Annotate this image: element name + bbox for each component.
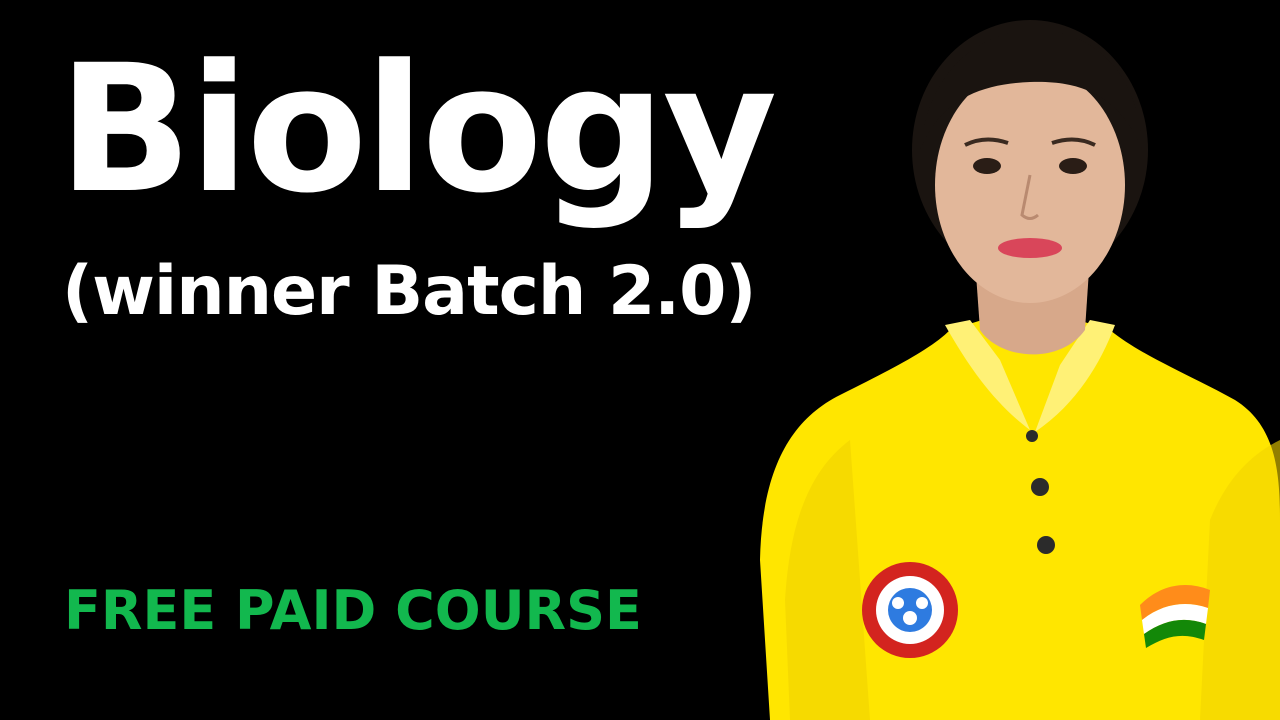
shirt-button — [1026, 430, 1038, 442]
free-paid-course-tagline: FREE PAID COURSE — [64, 579, 642, 642]
course-title: Biology — [58, 27, 777, 232]
left-eye — [973, 158, 1001, 174]
right-eye — [1059, 158, 1087, 174]
presenter-illustration — [760, 20, 1280, 720]
video-thumbnail: Biology (winner Batch 2.0) FREE PAID COU… — [0, 0, 1280, 720]
presenter-photo — [730, 0, 1280, 720]
lips — [998, 238, 1062, 258]
batch-subtitle: (winner Batch 2.0) — [62, 252, 757, 331]
shirt-button — [1031, 478, 1049, 496]
face — [935, 67, 1125, 303]
shirt-button — [1037, 536, 1055, 554]
badge-logo-icon — [862, 562, 958, 658]
